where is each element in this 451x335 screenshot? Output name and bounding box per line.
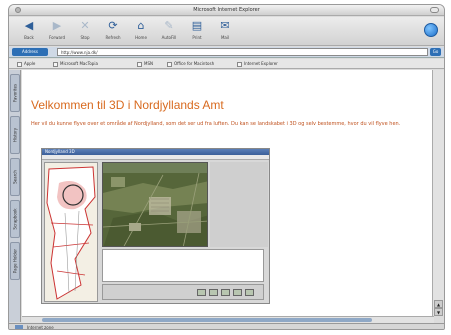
aerial-3d-view[interactable]	[102, 162, 208, 247]
application-screenshot: Nordjylland 3D	[41, 148, 270, 304]
overview-map-graphic	[45, 163, 97, 301]
collapse-toolbar-button[interactable]	[430, 7, 439, 13]
tab-page-holder[interactable]: Page Holder	[10, 242, 20, 280]
favorite-link[interactable]: Internet Explorer	[237, 61, 278, 67]
favorite-label: Internet Explorer	[244, 61, 278, 66]
back-arrow-icon: ◀	[24, 19, 34, 32]
navigation-toolbar: ◀ Back ▶ Forward ✕ Stop ⟳ Refresh ⌂ Home…	[9, 17, 444, 46]
address-bar: Address http://www.nja.dk/ Go	[9, 47, 444, 58]
app-side-panel	[210, 162, 268, 247]
print-icon: ▤	[191, 19, 203, 32]
title-bar: Microsoft Internet Explorer	[9, 5, 444, 16]
app-info-panel	[102, 249, 264, 282]
tab-label: History	[12, 127, 18, 143]
status-bar: Internet zone	[9, 323, 444, 330]
status-text: Internet zone	[27, 325, 54, 330]
page-icon	[237, 61, 242, 67]
forward-arrow-icon: ▶	[52, 19, 62, 32]
tab-label: Favorites	[12, 83, 18, 103]
go-button[interactable]: Go	[430, 48, 441, 56]
address-input[interactable]: http://www.nja.dk/	[57, 48, 428, 56]
page-icon	[17, 61, 22, 67]
autofill-label: AutoFill	[161, 35, 177, 40]
explorer-bar-tabs: Favorites History Search Scrapbook Page …	[9, 70, 21, 322]
nav-control-button[interactable]	[221, 289, 230, 296]
favorite-link[interactable]: Microsoft MacTopia	[53, 61, 98, 67]
autofill-icon: ✎	[164, 19, 174, 32]
nav-control-button[interactable]	[209, 289, 218, 296]
tab-label: Scrapbook	[12, 208, 18, 230]
overview-map	[44, 162, 98, 302]
page-icon	[53, 61, 58, 67]
print-label: Print	[192, 35, 202, 40]
tab-history[interactable]: History	[10, 116, 20, 154]
tab-label: Search	[12, 170, 18, 184]
forward-label: Forward	[48, 35, 66, 40]
nav-control-button[interactable]	[197, 289, 206, 296]
tab-scrapbook[interactable]: Scrapbook	[10, 200, 20, 238]
nav-control-button[interactable]	[245, 289, 254, 296]
print-button[interactable]: ▤ Print	[183, 19, 211, 43]
horizontal-scrollbar[interactable]	[22, 316, 434, 323]
aerial-photo-graphic	[103, 163, 207, 246]
app-menu-bar	[42, 155, 269, 160]
back-label: Back	[24, 35, 34, 40]
scroll-down-icon[interactable]: ▼	[434, 308, 443, 316]
tab-search[interactable]: Search	[10, 158, 20, 196]
home-icon: ⌂	[137, 19, 145, 32]
nav-control-button[interactable]	[233, 289, 242, 296]
favorite-label: MSN	[144, 61, 153, 66]
back-button[interactable]: ◀ Back	[15, 19, 43, 43]
autofill-button[interactable]: ✎ AutoFill	[155, 19, 183, 43]
home-button[interactable]: ⌂ Home	[127, 19, 155, 43]
favorite-label: Apple	[24, 61, 36, 66]
favorite-link[interactable]: Apple	[17, 61, 35, 67]
intro-text: Her vil du kunne flyve over et område af…	[31, 121, 401, 127]
stop-button[interactable]: ✕ Stop	[71, 19, 99, 43]
window-title: Microsoft Internet Explorer	[193, 7, 260, 13]
app-navigation-controls	[102, 284, 264, 300]
page-title: Velkommen til 3D i Nordjyllands Amt	[31, 98, 224, 112]
page-icon	[167, 61, 172, 67]
favorite-link[interactable]: MSN	[137, 61, 153, 67]
internet-zone-icon	[15, 325, 23, 329]
favorite-label: Office for Macintosh	[174, 61, 215, 66]
tab-label: Page Holder	[12, 248, 18, 274]
mail-icon: ✉	[220, 19, 230, 32]
refresh-label: Refresh	[105, 35, 121, 40]
stop-label: Stop	[80, 35, 90, 40]
forward-button[interactable]: ▶ Forward	[43, 19, 71, 43]
browser-window: Microsoft Internet Explorer ◀ Back ▶ For…	[8, 4, 445, 330]
vertical-scrollbar[interactable]: ▲ ▼	[432, 70, 444, 316]
favorites-bar: Apple Microsoft MacTopia MSN Office for …	[9, 59, 444, 69]
page-content: Velkommen til 3D i Nordjyllands Amt Her …	[22, 70, 434, 316]
mail-label: Mail	[220, 35, 230, 40]
scroll-thumb[interactable]	[42, 318, 372, 322]
favorite-link[interactable]: Office for Macintosh	[167, 61, 214, 67]
refresh-button[interactable]: ⟳ Refresh	[99, 19, 127, 43]
refresh-icon: ⟳	[108, 19, 118, 32]
mail-button[interactable]: ✉ Mail	[211, 19, 239, 43]
tab-favorites[interactable]: Favorites	[10, 74, 20, 112]
stop-icon: ✕	[80, 19, 90, 32]
favorite-label: Microsoft MacTopia	[60, 61, 98, 66]
page-icon	[137, 61, 142, 67]
scroll-up-icon[interactable]: ▲	[434, 300, 443, 308]
browser-logo-icon	[424, 23, 438, 37]
address-label: Address	[12, 48, 48, 56]
home-label: Home	[135, 35, 147, 40]
